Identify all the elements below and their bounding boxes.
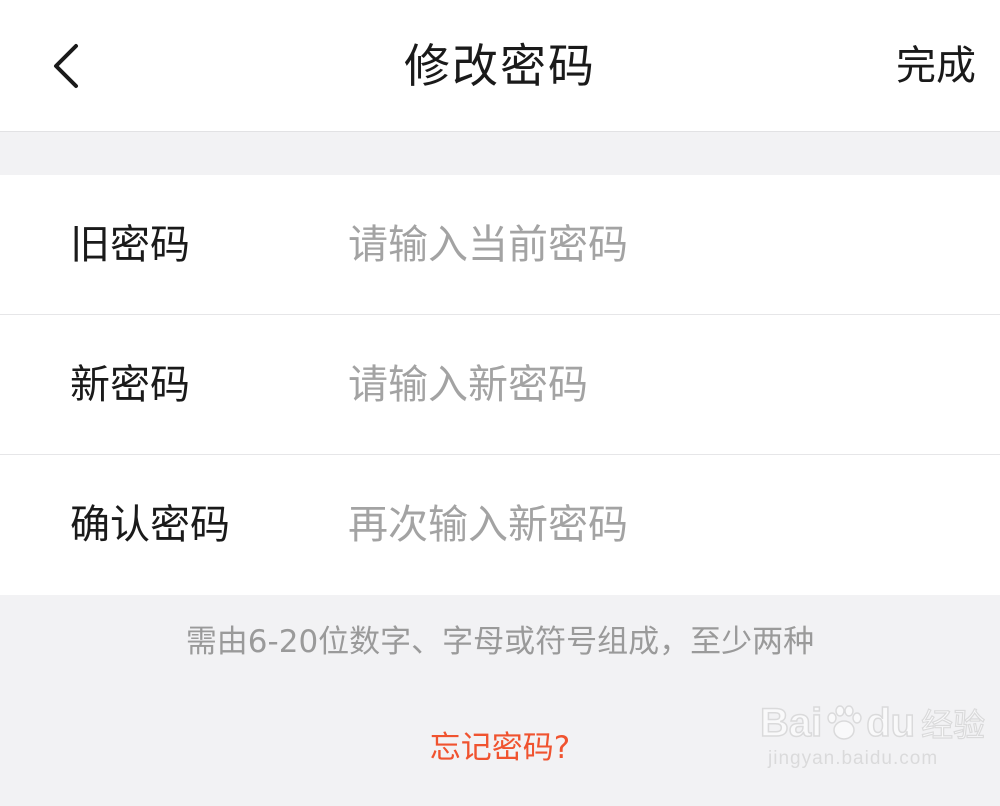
- nav-bar: 修改密码 完成: [0, 0, 1000, 132]
- password-rule-hint: 需由6-20位数字、字母或符号组成，至少两种: [185, 624, 815, 660]
- new-password-label: 新密码: [70, 362, 190, 408]
- confirm-password-row: 确认密码: [0, 455, 1000, 595]
- page-title: 修改密码: [404, 39, 596, 93]
- done-button[interactable]: 完成: [896, 0, 976, 132]
- new-password-row: 新密码: [0, 315, 1000, 455]
- watermark-brand-left: Bai: [759, 700, 823, 746]
- watermark-brand-right: du: [866, 700, 916, 746]
- old-password-row: 旧密码: [0, 175, 1000, 315]
- password-form: 旧密码 新密码 确认密码: [0, 175, 1000, 595]
- paw-icon: [827, 705, 862, 740]
- old-password-label: 旧密码: [70, 222, 190, 268]
- confirm-password-input[interactable]: [348, 485, 968, 565]
- watermark-brand-cn: 经验: [921, 705, 986, 744]
- baidu-jingyan-watermark: Bai du 经验 jingyan.baidu.com: [759, 700, 990, 792]
- old-password-input[interactable]: [348, 205, 968, 285]
- confirm-password-label: 确认密码: [70, 502, 230, 548]
- watermark-url: jingyan.baidu.com: [768, 748, 939, 769]
- new-password-input[interactable]: [348, 345, 968, 425]
